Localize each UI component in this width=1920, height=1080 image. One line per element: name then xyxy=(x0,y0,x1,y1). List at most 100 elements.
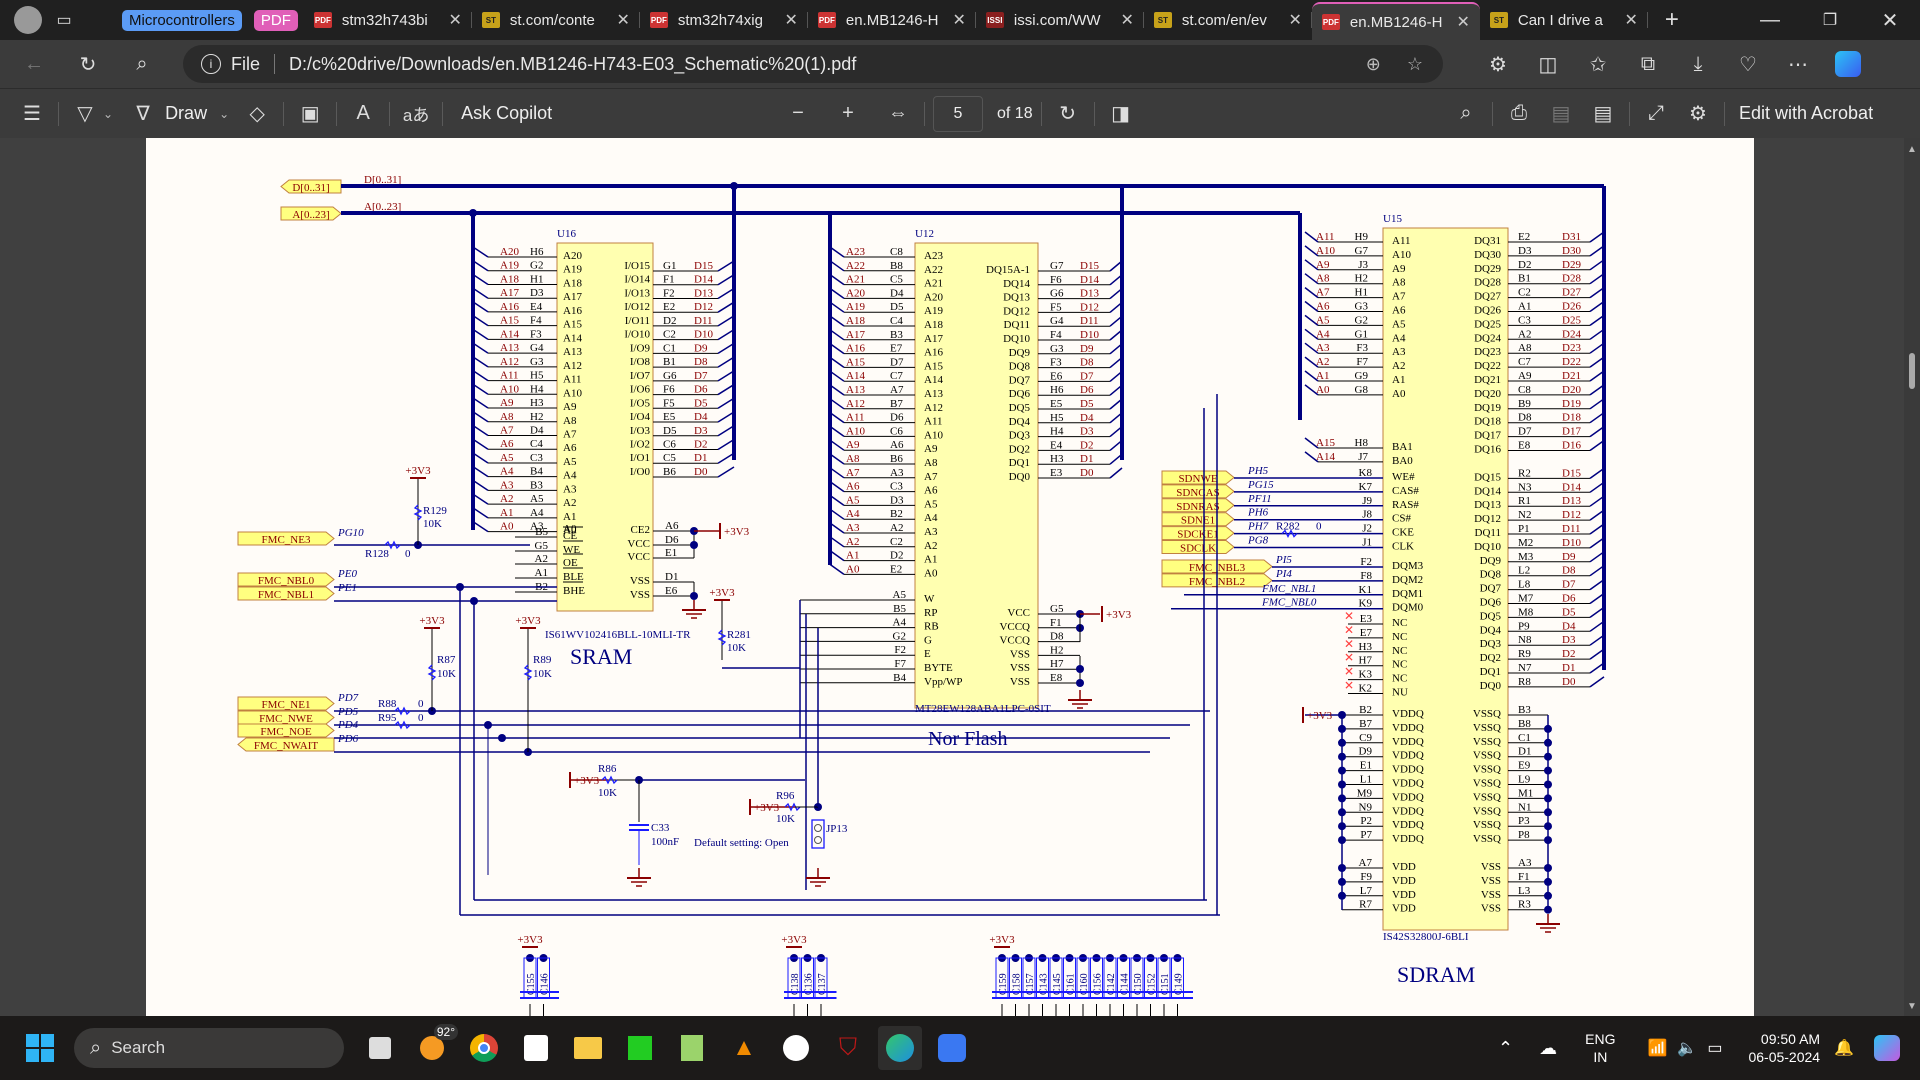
clock[interactable]: 09:50 AM 06-05-2024 xyxy=(1748,1030,1820,1066)
notepad-plus-icon[interactable] xyxy=(670,1026,714,1070)
task-view-icon[interactable] xyxy=(358,1026,402,1070)
close-tab-icon[interactable]: ✕ xyxy=(1456,12,1469,32)
pin-number: G7 xyxy=(1355,245,1369,257)
back-button[interactable]: ← xyxy=(16,46,52,82)
close-window-button[interactable]: ✕ xyxy=(1860,2,1920,38)
volume-icon[interactable]: 🔈 xyxy=(1677,1038,1697,1058)
zoom-out-button[interactable]: − xyxy=(780,96,816,132)
browser-tab[interactable]: ISSI issi.com/WW ✕ xyxy=(976,4,1144,36)
browser-tab[interactable]: PDF en.MB1246-H ✕ xyxy=(1311,2,1480,40)
favorites-icon[interactable]: ✩ xyxy=(1580,46,1616,82)
net-label: A1 xyxy=(1316,370,1329,382)
text-box-icon[interactable]: ▣ xyxy=(292,96,328,132)
search-icon[interactable]: ⌕ xyxy=(1448,96,1484,132)
fit-width-icon[interactable]: ⇔ xyxy=(880,96,916,132)
browser-tab[interactable]: ST st.com/conte ✕ xyxy=(472,4,640,36)
edge-icon[interactable] xyxy=(878,1026,922,1070)
edit-with-acrobat-button[interactable]: Edit with Acrobat xyxy=(1739,103,1873,124)
network-app-icon[interactable] xyxy=(618,1026,662,1070)
rotate-icon[interactable]: ↻ xyxy=(1050,96,1086,132)
pin-number: C8 xyxy=(890,246,903,258)
close-tab-icon[interactable]: ✕ xyxy=(1624,10,1637,30)
net-label: A6 xyxy=(1316,301,1330,313)
tab-group-pdf[interactable]: PDF xyxy=(253,9,298,31)
vertical-scrollbar[interactable]: ▲ ▼ xyxy=(1904,138,1920,1016)
copilot-icon[interactable] xyxy=(1830,46,1866,82)
browser-tab[interactable]: ST Can I drive a ✕ xyxy=(1480,4,1648,36)
mcafee-icon[interactable]: ⛉ xyxy=(826,1026,870,1070)
profile-avatar[interactable] xyxy=(10,2,46,38)
browser-tab[interactable]: PDF stm32h74xig ✕ xyxy=(640,4,808,36)
browser-essentials-icon[interactable]: ♡ xyxy=(1730,46,1766,82)
split-screen-icon[interactable]: ◫ xyxy=(1530,46,1566,82)
scroll-thumb[interactable] xyxy=(1909,353,1915,389)
minimize-button[interactable]: — xyxy=(1740,2,1800,38)
print-icon[interactable]: ⎙ xyxy=(1501,96,1537,132)
file-explorer-icon[interactable] xyxy=(566,1026,610,1070)
scroll-down-arrow[interactable]: ▼ xyxy=(1904,1001,1920,1012)
close-tab-icon[interactable]: ✕ xyxy=(952,10,965,30)
port-label: FMC_NWE xyxy=(259,713,313,725)
copilot-taskbar-icon[interactable] xyxy=(1874,1035,1900,1061)
extensions-icon[interactable]: ⚙ xyxy=(1480,46,1516,82)
ask-copilot-button[interactable]: Ask Copilot xyxy=(461,103,552,124)
search-icon[interactable]: ⌕ xyxy=(124,46,160,82)
bus-entry xyxy=(1589,523,1605,535)
zoom-icon[interactable]: ⊕ xyxy=(1366,54,1381,75)
close-tab-icon[interactable]: ✕ xyxy=(1120,10,1133,30)
battery-icon[interactable]: ▭ xyxy=(1707,1038,1722,1058)
page-number-input[interactable]: 5 xyxy=(933,95,983,132)
bus-entry xyxy=(472,369,489,382)
save-icon[interactable]: ▤ xyxy=(1543,96,1579,132)
onedrive-sync-icon[interactable]: ☁ xyxy=(1539,1038,1557,1059)
wifi-icon[interactable]: 📶 xyxy=(1647,1038,1667,1058)
fullscreen-icon[interactable]: ⤢ xyxy=(1638,96,1674,132)
page-view-icon[interactable]: ◨ xyxy=(1103,96,1139,132)
close-tab-icon[interactable]: ✕ xyxy=(1288,10,1301,30)
chevron-down-icon[interactable]: ⌄ xyxy=(219,107,229,121)
draw-button[interactable]: Draw xyxy=(165,103,207,124)
taskbar-search[interactable]: ⌕ Search xyxy=(74,1028,344,1068)
notifications-icon[interactable]: 🔔 xyxy=(1834,1038,1854,1058)
vlc-icon[interactable]: ▲ xyxy=(722,1026,766,1070)
contents-icon[interactable]: ☰ xyxy=(14,96,50,132)
chevron-down-icon[interactable]: ⌄ xyxy=(103,107,113,121)
start-button[interactable] xyxy=(18,1026,62,1070)
info-icon[interactable]: i xyxy=(201,54,221,74)
erase-icon[interactable]: ◇ xyxy=(239,96,275,132)
app-icon[interactable] xyxy=(774,1026,818,1070)
close-tab-icon[interactable]: ✕ xyxy=(784,10,797,30)
pin-name: VCC xyxy=(627,551,650,563)
scroll-up-arrow[interactable]: ▲ xyxy=(1904,144,1920,155)
url-text[interactable]: D:/c%20drive/Downloads/en.MB1246-H743-E0… xyxy=(289,54,856,75)
save-as-icon[interactable]: ▤ xyxy=(1585,96,1621,132)
language-indicator[interactable]: ENG IN xyxy=(1585,1030,1615,1066)
new-tab-button[interactable]: + xyxy=(1654,2,1690,38)
show-hidden-icons[interactable]: ⌃ xyxy=(1498,1038,1513,1059)
downloads-icon[interactable]: ⤓ xyxy=(1680,46,1716,82)
microsoft-store-icon[interactable] xyxy=(514,1026,558,1070)
browser-tab[interactable]: PDF stm32h743bi ✕ xyxy=(304,4,472,36)
close-tab-icon[interactable]: ✕ xyxy=(616,10,629,30)
pin-number: H4 xyxy=(1050,426,1064,438)
translate-icon[interactable]: aあ xyxy=(398,96,434,132)
highlight-icon[interactable]: ▽ xyxy=(67,96,103,132)
draw-icon[interactable]: ∇ xyxy=(125,96,161,132)
more-menu-icon[interactable]: ⋯ xyxy=(1780,46,1816,82)
read-aloud-icon[interactable]: A xyxy=(345,96,381,132)
favorite-star-icon[interactable]: ☆ xyxy=(1407,54,1423,75)
cloud-app-icon[interactable] xyxy=(930,1026,974,1070)
tab-actions-icon[interactable]: ▭ xyxy=(46,2,82,38)
maximize-button[interactable]: ❐ xyxy=(1800,2,1860,38)
settings-gear-icon[interactable]: ⚙ xyxy=(1680,96,1716,132)
collections-icon[interactable]: ⧉ xyxy=(1630,46,1666,82)
address-field[interactable]: i File D:/c%20drive/Downloads/en.MB1246-… xyxy=(183,45,1443,83)
browser-tab[interactable]: PDF en.MB1246-H ✕ xyxy=(808,4,976,36)
chrome-icon[interactable] xyxy=(462,1026,506,1070)
zoom-in-button[interactable]: + xyxy=(830,96,866,132)
refresh-button[interactable]: ↻ xyxy=(70,46,106,82)
browser-tab[interactable]: ST st.com/en/ev ✕ xyxy=(1144,4,1312,36)
tab-group-microcontrollers[interactable]: Microcontrollers xyxy=(122,9,242,31)
close-tab-icon[interactable]: ✕ xyxy=(448,10,461,30)
weather-icon[interactable]: 92° xyxy=(410,1024,458,1070)
